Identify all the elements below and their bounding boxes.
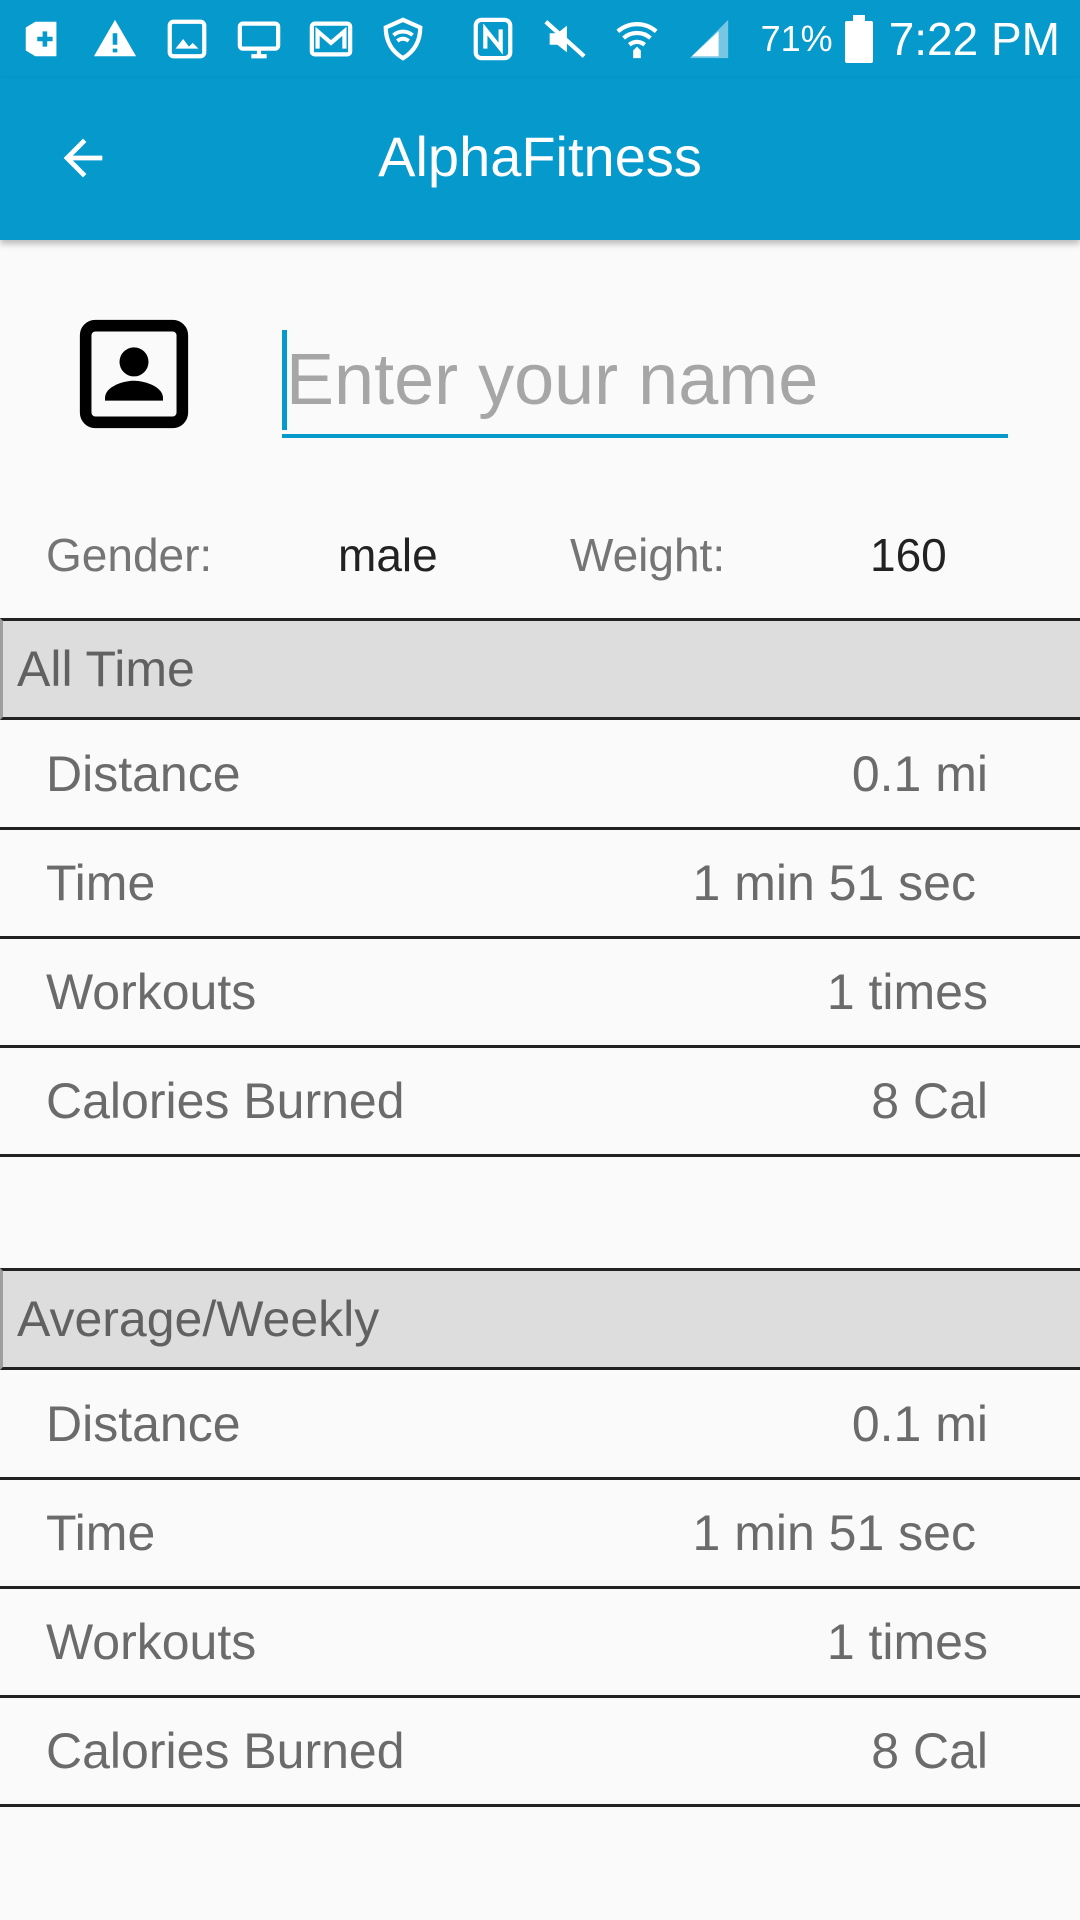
stat-label: Calories Burned: [46, 1723, 405, 1779]
battery-percent: 71%: [760, 18, 833, 59]
name-input[interactable]: [282, 326, 1008, 438]
stat-label: Distance: [46, 1396, 241, 1452]
stat-value: 1 min 51 sec: [692, 1505, 976, 1561]
clock: 7:22 PM: [888, 13, 1060, 65]
weekly-distance-row: Distance 0.1 mi: [0, 1371, 1080, 1480]
status-right: 71% 7:22 PM: [761, 0, 1080, 78]
stat-label: Workouts: [46, 964, 257, 1020]
add-icon: [18, 14, 68, 64]
weekly-time-row: Time 1 min 51 sec: [0, 1480, 1080, 1589]
all-time-time-row: Time 1 min 51 sec: [0, 830, 1080, 939]
stat-value: 0.1 mi: [851, 1396, 988, 1452]
notification-icons: [0, 0, 756, 78]
stat-value: 8 Cal: [871, 1073, 988, 1129]
stat-label: Workouts: [46, 1614, 257, 1670]
section-header-average-weekly: Average/Weekly: [0, 1268, 1080, 1370]
stat-value: 8 Cal: [871, 1723, 988, 1779]
nfc-icon: [468, 14, 518, 64]
stat-label: Distance: [46, 746, 241, 802]
mute-icon: [540, 14, 590, 64]
battery-icon: [841, 14, 877, 64]
signal-icon: [684, 14, 734, 64]
app-bar: AlphaFitness: [0, 78, 1080, 240]
all-time-distance-row: Distance 0.1 mi: [0, 721, 1080, 830]
all-time-workouts-row: Workouts 1 times: [0, 939, 1080, 1048]
weight-value[interactable]: 160: [870, 528, 947, 582]
warning-icon: [90, 14, 140, 64]
stat-value: 1 min 51 sec: [692, 855, 976, 911]
stat-value: 0.1 mi: [851, 746, 988, 802]
weight-label: Weight:: [570, 529, 726, 581]
mail-icon: [306, 14, 356, 64]
weekly-calories-row: Calories Burned 8 Cal: [0, 1698, 1080, 1807]
text-cursor: [282, 330, 287, 430]
section-header-all-time: All Time: [0, 618, 1080, 720]
all-time-calories-row: Calories Burned 8 Cal: [0, 1048, 1080, 1157]
status-bar: 71% 7:22 PM: [0, 0, 1080, 78]
monitor-icon: [234, 14, 284, 64]
image-icon: [162, 14, 212, 64]
shield-icon: [378, 14, 428, 64]
stat-label: Calories Burned: [46, 1073, 405, 1129]
gender-value[interactable]: male: [338, 528, 438, 582]
wifi-icon: [612, 14, 662, 64]
app-title: AlphaFitness: [378, 125, 702, 188]
stat-value: 1 times: [826, 964, 988, 1020]
stat-value: 1 times: [826, 1614, 988, 1670]
stat-label: Time: [46, 1505, 156, 1561]
gender-label: Gender:: [46, 529, 213, 581]
account-box-icon: [76, 316, 192, 432]
stat-label: Time: [46, 855, 156, 911]
weekly-workouts-row: Workouts 1 times: [0, 1589, 1080, 1698]
